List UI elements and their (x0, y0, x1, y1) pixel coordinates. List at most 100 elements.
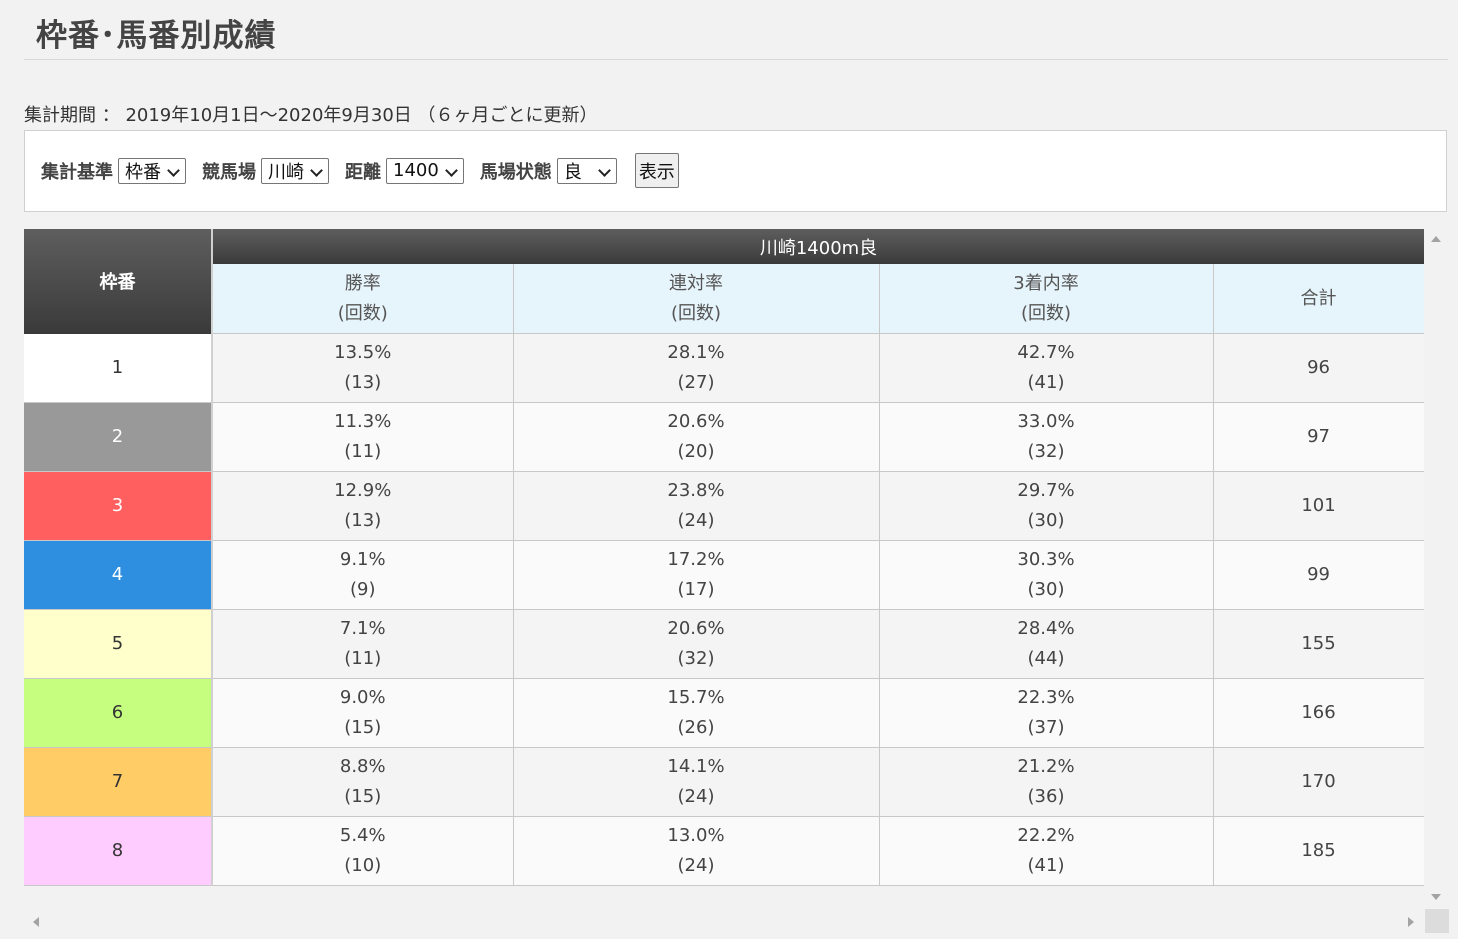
place-count-value: (24) (677, 785, 715, 807)
total-cell: 166 (1212, 677, 1424, 748)
waku-column-header: 枠番 (24, 229, 213, 334)
waku-number: 1 (24, 333, 213, 403)
win-count-value: (9) (350, 578, 376, 600)
waku-number: 8 (24, 816, 213, 886)
win-rate-value: 12.9% (334, 479, 392, 501)
place-rate-value: 17.2% (667, 548, 725, 570)
show-rate-cell: 28.4% (44) (878, 608, 1214, 679)
place-count-value: (24) (677, 509, 715, 531)
total-cell: 155 (1212, 608, 1424, 679)
total-cell: 101 (1212, 470, 1424, 541)
place-count-value: (24) (677, 854, 715, 876)
place-rate-value: 20.6% (667, 410, 725, 432)
win-rate-value: 7.1% (339, 617, 386, 639)
win-rate-value: 11.3% (334, 410, 392, 432)
chevron-down-icon (310, 163, 323, 177)
total-header: 合計 (1212, 264, 1424, 334)
filter-row: 集計基準 枠番 競馬場 川崎 距離 1400 馬場状態 良 表示 (41, 153, 679, 188)
show-count-value: (36) (1027, 785, 1065, 807)
place-count-value: (20) (677, 440, 715, 462)
win-rate-cell: 9.1% (9) (211, 539, 514, 610)
place-rate-value: 20.6% (667, 617, 725, 639)
show-count-value: (44) (1027, 647, 1065, 669)
waku-number: 5 (24, 609, 213, 679)
scrollbar-corner (1425, 909, 1449, 933)
show-rate-header-label: 3着内率 (1013, 272, 1079, 294)
place-rate-header-sub: (回数) (670, 302, 722, 324)
table-row: 4 9.1% (9) 17.2% (17) 30.3% (30) 99 (24, 539, 1424, 610)
win-rate-value: 9.0% (339, 686, 386, 708)
place-rate-cell: 28.1% (27) (512, 333, 880, 403)
win-count-value: (13) (344, 371, 382, 393)
place-rate-cell: 15.7% (26) (512, 677, 880, 748)
win-rate-cell: 9.0% (15) (211, 677, 514, 748)
show-count-value: (30) (1027, 509, 1065, 531)
title-divider (24, 59, 1448, 60)
chevron-down-icon (167, 163, 180, 177)
total-cell: 170 (1212, 746, 1424, 817)
show-rate-value: 21.2% (1017, 755, 1075, 777)
win-rate-header-sub: (回数) (337, 302, 388, 324)
win-rate-header-label: 勝率 (344, 272, 381, 294)
show-button[interactable]: 表示 (634, 153, 679, 188)
course-select[interactable]: 川崎 (261, 157, 329, 184)
scroll-down-arrow-icon[interactable] (1431, 894, 1441, 900)
total-cell: 185 (1212, 815, 1424, 886)
win-rate-cell: 7.1% (11) (211, 608, 514, 679)
show-count-value: (41) (1027, 854, 1065, 876)
show-rate-value: 22.2% (1017, 824, 1075, 846)
show-count-value: (41) (1027, 371, 1065, 393)
table-row: 2 11.3% (11) 20.6% (20) 33.0% (32) 97 (24, 401, 1424, 472)
table-row: 8 5.4% (10) 13.0% (24) 22.2% (41) 185 (24, 815, 1424, 886)
track-condition-select[interactable]: 良 (556, 157, 617, 184)
win-rate-header: 勝率 (回数) (211, 264, 514, 334)
place-count-value: (27) (677, 371, 715, 393)
criteria-label: 集計基準 (41, 161, 113, 183)
place-rate-cell: 23.8% (24) (512, 470, 880, 541)
track-condition-select-value: 良 (563, 161, 582, 183)
win-count-value: (15) (344, 785, 382, 807)
show-count-value: (32) (1027, 440, 1065, 462)
show-rate-value: 22.3% (1017, 686, 1075, 708)
place-rate-value: 14.1% (667, 755, 725, 777)
place-rate-cell: 20.6% (20) (512, 401, 880, 472)
scroll-left-arrow-icon[interactable] (33, 917, 39, 927)
place-rate-value: 13.0% (667, 824, 725, 846)
scroll-up-arrow-icon[interactable] (1431, 236, 1441, 242)
win-rate-cell: 11.3% (11) (211, 401, 514, 472)
win-rate-cell: 13.5% (13) (211, 333, 514, 403)
table-row: 7 8.8% (15) 14.1% (24) 21.2% (36) 170 (24, 746, 1424, 817)
place-count-value: (17) (677, 578, 715, 600)
filter-panel: 集計基準 枠番 競馬場 川崎 距離 1400 馬場状態 良 表示 (24, 130, 1447, 212)
distance-label: 距離 (345, 161, 381, 183)
place-rate-value: 23.8% (667, 479, 725, 501)
distance-select[interactable]: 1400 (386, 157, 464, 184)
chevron-down-icon (597, 163, 611, 177)
win-count-value: (10) (344, 854, 382, 876)
place-rate-cell: 14.1% (24) (512, 746, 880, 817)
criteria-select[interactable]: 枠番 (118, 157, 186, 184)
show-rate-value: 42.7% (1017, 341, 1075, 363)
show-rate-value: 33.0% (1017, 410, 1075, 432)
show-rate-cell: 22.2% (41) (878, 815, 1214, 886)
win-rate-cell: 12.9% (13) (211, 470, 514, 541)
criteria-select-value: 枠番 (125, 161, 161, 183)
win-count-value: (13) (344, 509, 382, 531)
show-rate-cell: 33.0% (32) (878, 401, 1214, 472)
waku-number: 6 (24, 678, 213, 748)
win-rate-value: 5.4% (339, 824, 386, 846)
show-rate-header-sub: (回数) (1020, 302, 1072, 324)
win-rate-cell: 5.4% (10) (211, 815, 514, 886)
show-rate-cell: 30.3% (30) (878, 539, 1214, 610)
show-rate-cell: 29.7% (30) (878, 470, 1214, 541)
show-rate-value: 30.3% (1017, 548, 1075, 570)
results-table: 枠番 川崎1400m良 勝率 (回数) 連対率 (回数) 3着内率 (回数) 合… (24, 229, 1424, 886)
scroll-right-arrow-icon[interactable] (1408, 917, 1414, 927)
win-count-value: (11) (344, 440, 382, 462)
track-condition-label: 馬場状態 (479, 161, 552, 183)
results-table-container: 枠番 川崎1400m良 勝率 (回数) 連対率 (回数) 3着内率 (回数) 合… (24, 229, 1424, 887)
waku-number: 2 (24, 402, 213, 472)
waku-number: 7 (24, 747, 213, 817)
course-header: 川崎1400m良 (210, 229, 1424, 264)
place-rate-cell: 20.6% (32) (512, 608, 880, 679)
